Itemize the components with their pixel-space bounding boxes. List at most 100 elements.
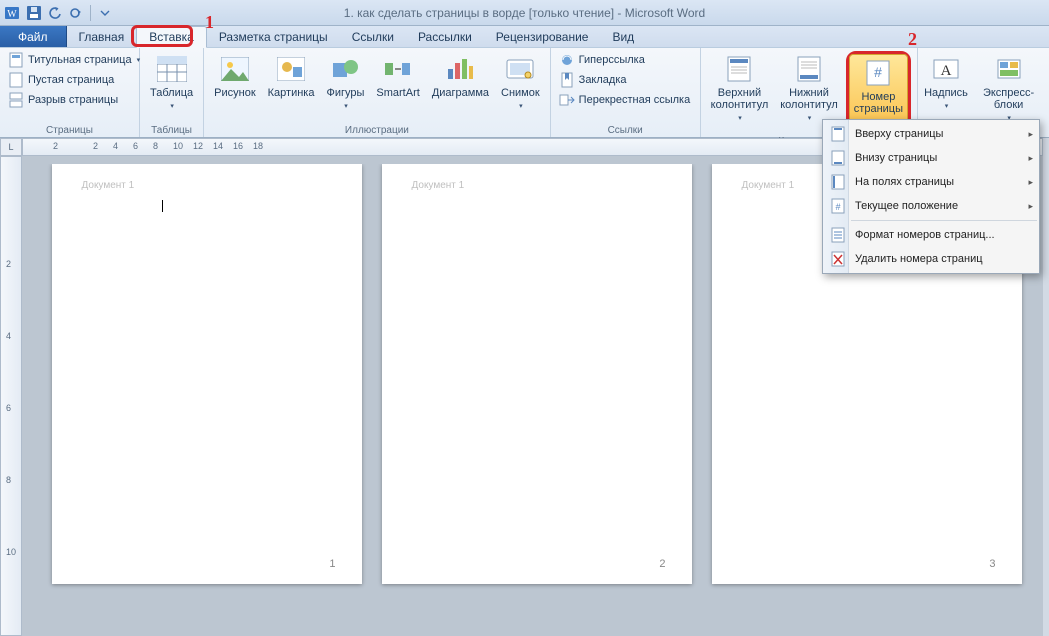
bookmark-icon xyxy=(559,72,575,88)
shapes-icon xyxy=(329,53,361,85)
page-top-icon xyxy=(827,125,849,143)
current-position-icon: # xyxy=(827,197,849,215)
format-icon xyxy=(827,226,849,244)
window-title: 1. как сделать страницы в ворде [только … xyxy=(344,6,705,20)
redo-icon[interactable] xyxy=(67,4,85,22)
dd-current-position[interactable]: # Текущее положение ▸ xyxy=(823,194,1039,218)
hyperlink-icon xyxy=(559,52,575,68)
page-number: 3 xyxy=(989,558,995,570)
clipart-icon xyxy=(275,53,307,85)
group-label-links: Ссылки xyxy=(557,124,694,137)
dd-top-of-page[interactable]: Вверху страницы ▸ xyxy=(823,122,1039,146)
ruler-vertical[interactable]: 246810 xyxy=(0,156,22,636)
chevron-right-icon: ▸ xyxy=(1028,129,1033,140)
group-label-illustrations: Иллюстрации xyxy=(210,124,544,137)
ruler-tick: 18 xyxy=(253,141,263,151)
dd-page-margins[interactable]: На полях страницы ▸ xyxy=(823,170,1039,194)
ruler-tick: 10 xyxy=(6,547,16,557)
tab-layout[interactable]: Разметка страницы xyxy=(207,26,340,47)
shapes-button[interactable]: Фигуры▾ xyxy=(322,51,368,115)
smartart-button[interactable]: SmartArt xyxy=(372,51,423,101)
ruler-tick: 2 xyxy=(53,141,58,151)
tab-home[interactable]: Главная xyxy=(67,26,137,47)
page-header: Документ 1 xyxy=(412,180,465,191)
page-2[interactable]: Документ 1 2 xyxy=(382,164,692,584)
page-margins-icon xyxy=(827,173,849,191)
picture-icon xyxy=(219,53,251,85)
text-cursor xyxy=(162,200,163,212)
quickparts-button[interactable]: Экспресс-блоки▾ xyxy=(972,51,1045,127)
ruler-tick: 10 xyxy=(173,141,183,151)
ruler-tick: 4 xyxy=(6,331,11,341)
vertical-scrollbar[interactable] xyxy=(1043,138,1049,636)
picture-button[interactable]: Рисунок xyxy=(210,51,260,101)
ruler-tick: 8 xyxy=(6,475,11,485)
bookmark-button[interactable]: Закладка xyxy=(557,71,693,89)
ruler-tick: 12 xyxy=(193,141,203,151)
ruler-tick: 8 xyxy=(153,141,158,151)
annotation-2: 2 xyxy=(908,29,917,50)
screenshot-icon xyxy=(504,53,536,85)
page-break-button[interactable]: Разрыв страницы xyxy=(6,91,142,109)
dd-remove-numbers[interactable]: Удалить номера страниц xyxy=(823,247,1039,271)
save-icon[interactable] xyxy=(25,4,43,22)
remove-icon xyxy=(827,250,849,268)
screenshot-button[interactable]: Снимок▾ xyxy=(497,51,544,115)
tab-view[interactable]: Вид xyxy=(600,26,646,47)
tab-mailings[interactable]: Рассылки xyxy=(406,26,484,47)
header-button[interactable]: Верхний колонтитул▾ xyxy=(707,51,773,127)
crossref-button[interactable]: Перекрестная ссылка xyxy=(557,91,693,109)
cover-page-button[interactable]: Титульная страница▾ xyxy=(6,51,142,69)
qat-customize-icon[interactable] xyxy=(96,4,114,22)
ribbon-tabs: Файл Главная Вставка Разметка страницы С… xyxy=(0,26,1049,48)
clipart-button[interactable]: Картинка xyxy=(264,51,319,101)
svg-text:#: # xyxy=(835,202,840,212)
quickparts-icon xyxy=(993,53,1025,85)
tab-review[interactable]: Рецензирование xyxy=(484,26,601,47)
textbox-icon: A xyxy=(930,53,962,85)
ruler-corner[interactable]: L xyxy=(0,138,22,156)
footer-button[interactable]: Нижний колонтитул▾ xyxy=(776,51,842,127)
page-break-icon xyxy=(8,92,24,108)
ruler-tick: 6 xyxy=(133,141,138,151)
table-button[interactable]: Таблица▾ xyxy=(146,51,197,115)
group-pages: Титульная страница▾ Пустая страница Разр… xyxy=(0,48,140,137)
tab-references[interactable]: Ссылки xyxy=(340,26,406,47)
chart-button[interactable]: Диаграмма xyxy=(428,51,493,101)
ruler-tick: 6 xyxy=(6,403,11,413)
title-bar: W 1. как сделать страницы в ворде [тольк… xyxy=(0,0,1049,26)
tab-insert[interactable]: Вставка xyxy=(136,26,207,48)
undo-icon[interactable] xyxy=(46,4,64,22)
cover-page-icon xyxy=(8,52,24,68)
smartart-icon xyxy=(382,53,414,85)
textbox-button[interactable]: A Надпись▾ xyxy=(924,51,968,115)
hyperlink-button[interactable]: Гиперссылка xyxy=(557,51,693,69)
ruler-tick: 16 xyxy=(233,141,243,151)
tab-file[interactable]: Файл xyxy=(0,26,67,47)
chart-icon xyxy=(444,53,476,85)
dd-bottom-of-page[interactable]: Внизу страницы ▸ xyxy=(823,146,1039,170)
header-icon xyxy=(723,53,755,85)
footer-icon xyxy=(793,53,825,85)
chevron-right-icon: ▸ xyxy=(1028,153,1033,164)
group-label-pages: Страницы xyxy=(6,124,133,137)
chevron-right-icon: ▸ xyxy=(1028,177,1033,188)
chevron-right-icon: ▸ xyxy=(1028,201,1033,212)
ruler-tick: 4 xyxy=(113,141,118,151)
ruler-tick: 14 xyxy=(213,141,223,151)
svg-text:W: W xyxy=(7,9,17,20)
table-icon xyxy=(156,53,188,85)
ruler-tick: 2 xyxy=(93,141,98,151)
crossref-icon xyxy=(559,92,575,108)
page-1[interactable]: Документ 1 1 xyxy=(52,164,362,584)
page-number: 2 xyxy=(659,558,665,570)
page-number: 1 xyxy=(329,558,335,570)
word-app-icon[interactable]: W xyxy=(4,4,22,22)
annotation-1: 1 xyxy=(205,12,214,33)
blank-page-button[interactable]: Пустая страница xyxy=(6,71,142,89)
group-label-tables: Таблицы xyxy=(146,124,197,137)
svg-text:A: A xyxy=(941,63,952,79)
svg-text:#: # xyxy=(874,64,882,80)
quick-access-toolbar: W xyxy=(4,4,114,22)
dd-format-numbers[interactable]: Формат номеров страниц... xyxy=(823,223,1039,247)
